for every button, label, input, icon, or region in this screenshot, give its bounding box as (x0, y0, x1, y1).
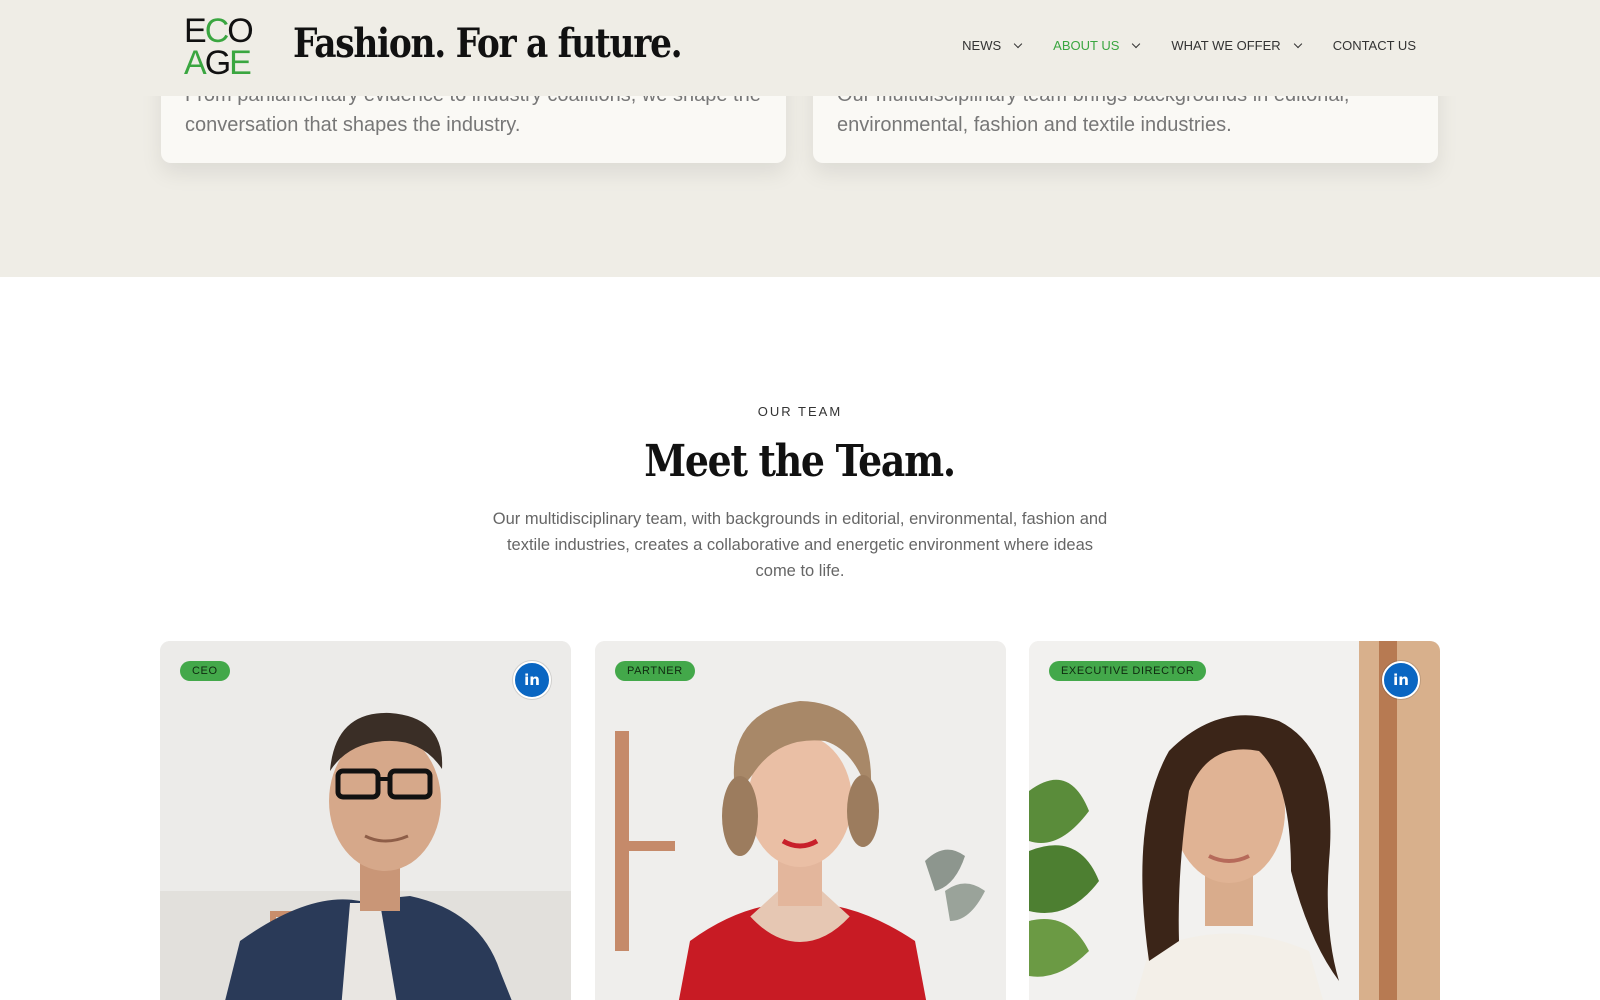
role-badge: CEO (180, 661, 230, 681)
section-title: Meet the Team. (0, 436, 1600, 487)
chevron-down-icon (1013, 39, 1023, 48)
eco-age-logo[interactable]: ECO AGE (184, 14, 264, 82)
chevron-down-icon (1132, 39, 1141, 48)
nav-item-news[interactable]: NEWS (962, 38, 1023, 53)
site-tagline: Fashion. For a future. (293, 20, 683, 67)
chevron-down-icon (1293, 39, 1302, 48)
section-eyebrow: OUR TEAM (757, 404, 843, 419)
nav-item-label: ABOUT US (1053, 38, 1120, 53)
team-member-photo (1029, 641, 1440, 1000)
nav-item-label: CONTACT US (1332, 38, 1416, 53)
nav-item-contact-us[interactable]: CONTACT US (1333, 38, 1416, 53)
site-header: ECO AGE Fashion. For a future. NEWS ABOU… (0, 0, 1600, 96)
role-badge: EXECUTIVE DIRECTOR (1049, 661, 1207, 681)
team-member-card[interactable]: EXECUTIVE DIRECTOR in (1029, 641, 1440, 1000)
nav-item-label: NEWS (962, 38, 1002, 53)
section-title-text: Meet the Team. (644, 436, 957, 487)
main-nav: NEWS ABOUT US WHAT WE OFFER CONTACT US (962, 38, 1416, 53)
team-grid: CEO in PARTNER EXECUTIVE DIRECTOR in (160, 641, 1440, 1000)
team-member-card[interactable]: PARTNER (595, 641, 1006, 1000)
nav-item-what-we-offer[interactable]: WHAT WE OFFER (1171, 38, 1302, 53)
section-description: Our multidisciplinary team, with backgro… (492, 510, 1108, 580)
logo-bottom-row: AGE (184, 44, 252, 82)
linkedin-icon[interactable]: in (513, 661, 551, 699)
team-member-card[interactable]: CEO in (160, 641, 571, 1000)
team-member-photo (160, 641, 571, 1000)
nav-item-about-us[interactable]: ABOUT US (1053, 38, 1141, 53)
linkedin-icon[interactable]: in (1382, 661, 1420, 699)
nav-item-label: WHAT WE OFFER (1171, 38, 1281, 53)
role-badge: PARTNER (615, 661, 695, 681)
team-member-photo (595, 641, 1006, 1000)
